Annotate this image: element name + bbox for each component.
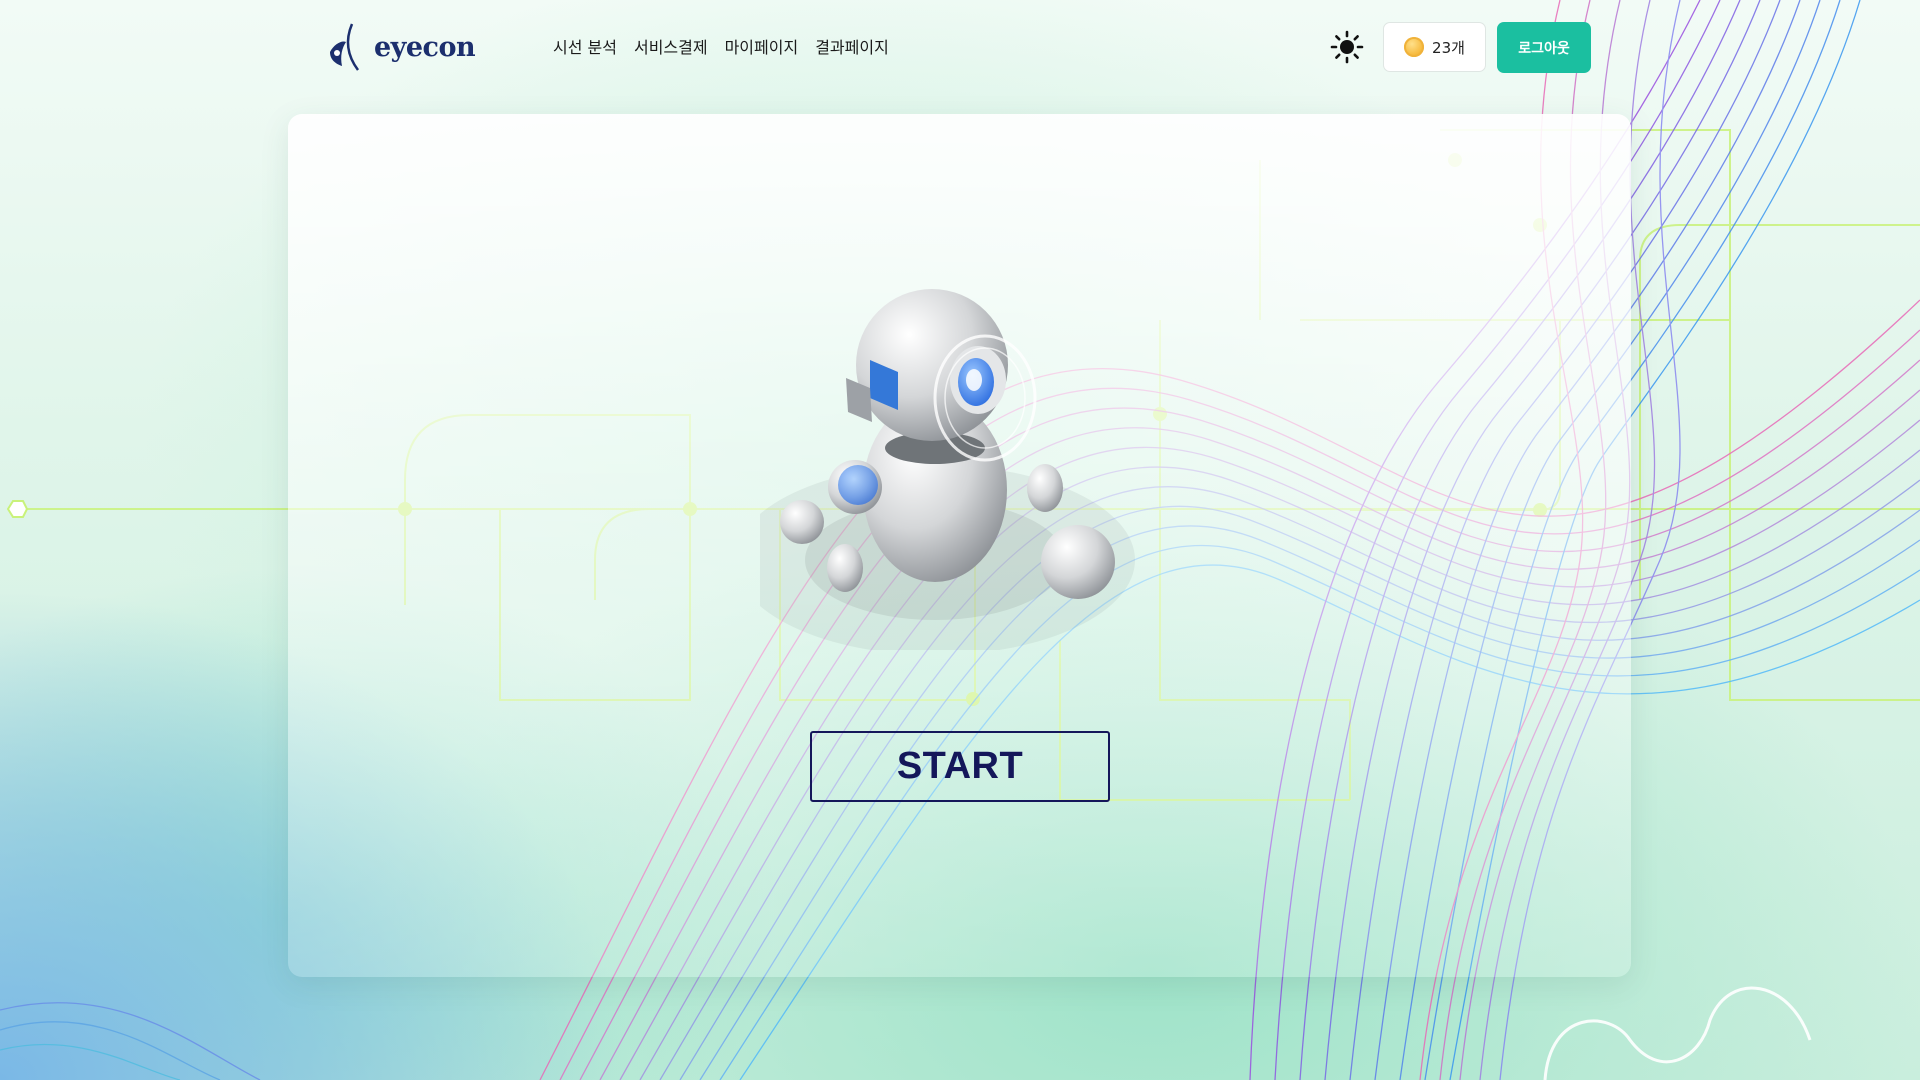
top-header: eyecon 시선 분석 서비스결제 마이페이지 결과페이지 23개 로그아웃	[0, 0, 1920, 96]
sun-icon[interactable]	[1330, 30, 1364, 64]
nav-item-results[interactable]: 결과페이지	[815, 34, 889, 58]
nav-item-payment[interactable]: 서비스결제	[634, 34, 708, 58]
coin-balance: 23개	[1383, 22, 1486, 72]
nav-item-mypage[interactable]: 마이페이지	[725, 34, 799, 58]
logout-button[interactable]: 로그아웃	[1497, 22, 1591, 73]
robot-illustration	[760, 289, 1135, 650]
coin-count: 23개	[1432, 38, 1465, 57]
eye-logo-icon	[330, 23, 360, 71]
coin-icon	[1404, 37, 1425, 57]
start-button[interactable]: START	[810, 731, 1110, 802]
brand-logo[interactable]: eyecon	[322, 22, 476, 72]
brand-name: eyecon	[374, 31, 476, 63]
nav-item-gaze-analysis[interactable]: 시선 분석	[553, 34, 617, 58]
main-nav: 시선 분석 서비스결제 마이페이지 결과페이지	[553, 34, 889, 58]
page-background: eyecon 시선 분석 서비스결제 마이페이지 결과페이지 23개 로그아웃 …	[0, 0, 1920, 1080]
